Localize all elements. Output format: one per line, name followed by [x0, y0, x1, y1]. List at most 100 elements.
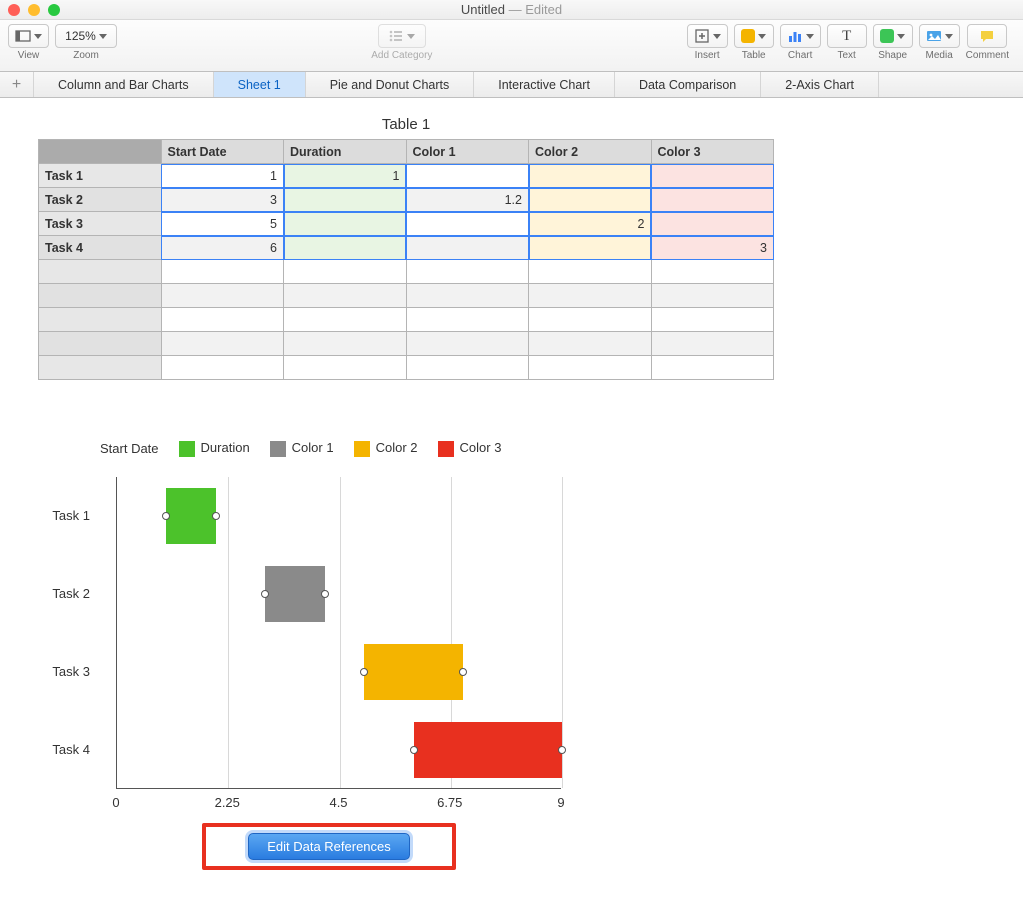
- sheet-tab[interactable]: Interactive Chart: [474, 72, 615, 97]
- document-name: Untitled: [461, 2, 505, 17]
- table-cell[interactable]: [406, 236, 529, 260]
- row-header[interactable]: [39, 308, 162, 332]
- add-sheet-button[interactable]: +: [0, 72, 34, 97]
- table-cell[interactable]: [651, 356, 774, 380]
- chart-bar-handle[interactable]: [162, 512, 170, 520]
- table-cell[interactable]: [284, 284, 407, 308]
- window-close-button[interactable]: [8, 4, 20, 16]
- table-cell[interactable]: [406, 164, 529, 188]
- table-cell[interactable]: [284, 188, 407, 212]
- table-cell[interactable]: [529, 284, 652, 308]
- insert-button[interactable]: [687, 24, 728, 48]
- table-cell[interactable]: [284, 356, 407, 380]
- chart-bar-handle[interactable]: [459, 668, 467, 676]
- window-minimize-button[interactable]: [28, 4, 40, 16]
- chart[interactable]: Start DateDurationColor 1Color 2Color 3 …: [38, 440, 1023, 870]
- chart-bar-handle[interactable]: [212, 512, 220, 520]
- column-header[interactable]: Color 2: [529, 140, 652, 164]
- table-cell[interactable]: [651, 260, 774, 284]
- table-cell[interactable]: [529, 236, 652, 260]
- table-cell[interactable]: [284, 236, 407, 260]
- table-cell[interactable]: [161, 332, 284, 356]
- add-category-button[interactable]: [378, 24, 426, 48]
- table-corner-cell[interactable]: [39, 140, 162, 164]
- row-header[interactable]: [39, 284, 162, 308]
- chart-plot[interactable]: 02.254.56.759Task 1Task 2Task 3Task 4: [38, 477, 568, 817]
- text-button[interactable]: T: [827, 24, 867, 48]
- table-cell[interactable]: 3: [161, 188, 284, 212]
- table-cell[interactable]: [406, 308, 529, 332]
- row-header[interactable]: Task 4: [39, 236, 162, 260]
- chart-bar-handle[interactable]: [321, 590, 329, 598]
- chart-bar-handle[interactable]: [558, 746, 566, 754]
- table-cell[interactable]: [651, 308, 774, 332]
- table-cell[interactable]: [529, 164, 652, 188]
- table-cell[interactable]: [161, 308, 284, 332]
- row-header[interactable]: [39, 260, 162, 284]
- table-cell[interactable]: 1: [161, 164, 284, 188]
- column-header[interactable]: Color 1: [406, 140, 529, 164]
- chart-bar-handle[interactable]: [410, 746, 418, 754]
- table-cell[interactable]: [651, 332, 774, 356]
- zoom-dropdown[interactable]: 125%: [55, 24, 117, 48]
- row-header[interactable]: Task 3: [39, 212, 162, 236]
- table-cell[interactable]: [406, 356, 529, 380]
- chart-bar[interactable]: [265, 566, 324, 622]
- table-cell[interactable]: [529, 356, 652, 380]
- table-cell[interactable]: [529, 308, 652, 332]
- table-cell[interactable]: [406, 284, 529, 308]
- column-header[interactable]: Duration: [284, 140, 407, 164]
- comment-button[interactable]: [967, 24, 1007, 48]
- table-cell[interactable]: [161, 356, 284, 380]
- sheet-tab[interactable]: 2-Axis Chart: [761, 72, 879, 97]
- table-cell[interactable]: [651, 164, 774, 188]
- data-table[interactable]: Start DateDurationColor 1Color 2Color 3 …: [38, 139, 774, 380]
- view-button[interactable]: [8, 24, 49, 48]
- edit-data-references-button[interactable]: Edit Data References: [248, 833, 410, 860]
- table-cell[interactable]: [406, 212, 529, 236]
- table-cell[interactable]: [284, 332, 407, 356]
- row-header[interactable]: Task 1: [39, 164, 162, 188]
- table-cell[interactable]: [651, 212, 774, 236]
- sheet-tab[interactable]: Column and Bar Charts: [34, 72, 214, 97]
- table-cell[interactable]: 1.2: [406, 188, 529, 212]
- table-cell[interactable]: [284, 260, 407, 284]
- table-cell[interactable]: [651, 284, 774, 308]
- table-cell[interactable]: [284, 308, 407, 332]
- table-cell[interactable]: [529, 332, 652, 356]
- window-maximize-button[interactable]: [48, 4, 60, 16]
- chart-button[interactable]: [780, 24, 821, 48]
- chart-bar-handle[interactable]: [360, 668, 368, 676]
- table-cell[interactable]: [284, 212, 407, 236]
- table-cell[interactable]: [406, 332, 529, 356]
- shape-button[interactable]: [873, 24, 913, 48]
- table-cell[interactable]: 5: [161, 212, 284, 236]
- row-header[interactable]: Task 2: [39, 188, 162, 212]
- table-cell[interactable]: [161, 260, 284, 284]
- table-cell[interactable]: [161, 284, 284, 308]
- sheet-tab[interactable]: Sheet 1: [214, 72, 306, 97]
- table-cell[interactable]: [651, 188, 774, 212]
- chart-bar-handle[interactable]: [261, 590, 269, 598]
- chart-bar[interactable]: [166, 488, 215, 544]
- chart-bar[interactable]: [364, 644, 463, 700]
- sheet-canvas[interactable]: Table 1 Start DateDurationColor 1Color 2…: [0, 98, 1023, 910]
- table-cell[interactable]: 2: [529, 212, 652, 236]
- table-cell[interactable]: [406, 260, 529, 284]
- chart-plot-area[interactable]: [116, 477, 561, 789]
- table-cell[interactable]: 1: [284, 164, 407, 188]
- table-cell[interactable]: [529, 188, 652, 212]
- table-cell[interactable]: [529, 260, 652, 284]
- table-cell[interactable]: 3: [651, 236, 774, 260]
- column-header[interactable]: Start Date: [161, 140, 284, 164]
- table-cell[interactable]: 6: [161, 236, 284, 260]
- row-header[interactable]: [39, 332, 162, 356]
- sheet-tab[interactable]: Pie and Donut Charts: [306, 72, 475, 97]
- media-button[interactable]: [919, 24, 960, 48]
- column-header[interactable]: Color 3: [651, 140, 774, 164]
- chart-bar[interactable]: [414, 722, 562, 778]
- table-title[interactable]: Table 1: [38, 116, 774, 133]
- row-header[interactable]: [39, 356, 162, 380]
- sheet-tab[interactable]: Data Comparison: [615, 72, 761, 97]
- table-button[interactable]: [734, 24, 774, 48]
